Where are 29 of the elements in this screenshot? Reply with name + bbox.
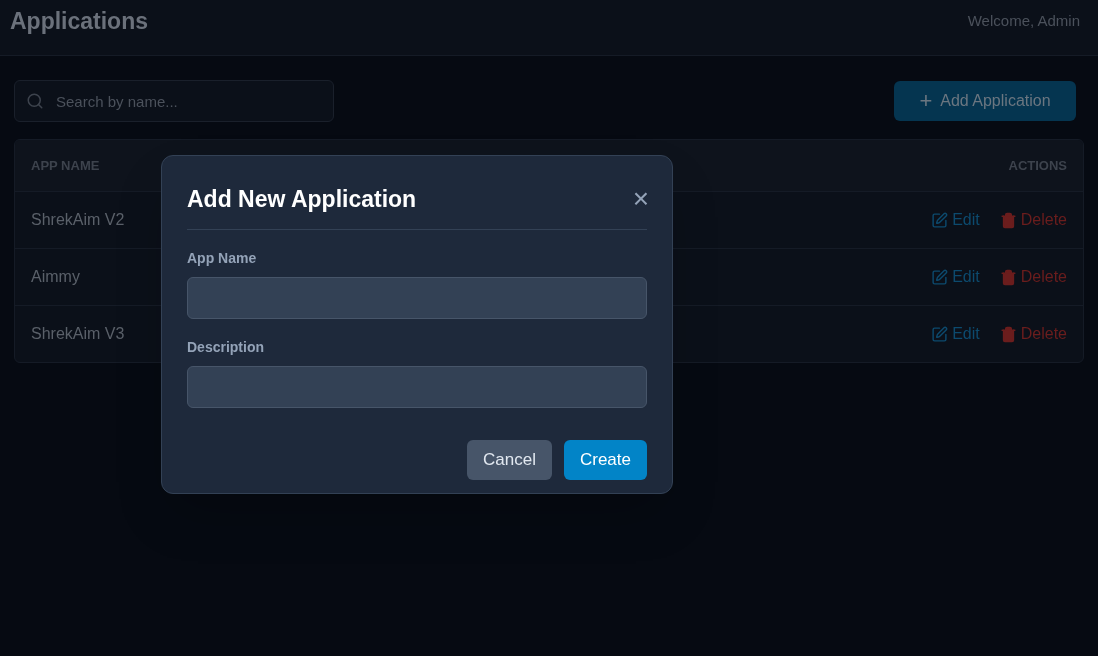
input-field[interactable] — [187, 365, 647, 408]
dialog-title: Add New Application — [187, 185, 417, 214]
delete-button[interactable]: Delete — [999, 208, 1067, 232]
table-cell-text: Aimmy — [31, 267, 80, 287]
edit-icon — [931, 211, 949, 229]
edit-button[interactable]: Edit — [931, 322, 980, 346]
trash-icon — [999, 211, 1017, 229]
welcome-text: Welcome, Admin — [967, 11, 1080, 31]
search-field[interactable]: Search by name... — [14, 80, 334, 122]
page-title: Applications — [10, 7, 148, 36]
delete-button[interactable]: Delete — [999, 322, 1067, 346]
table-cell-text: ShrekAim V2 — [31, 210, 125, 230]
search-icon — [26, 92, 44, 110]
edit-button[interactable]: Edit — [931, 265, 980, 289]
plus-icon: + — [919, 90, 933, 112]
cancel-button[interactable]: Cancel — [467, 439, 552, 480]
edit-icon — [931, 325, 949, 343]
field-label: Description — [187, 337, 265, 357]
edit-icon — [931, 268, 949, 286]
create-button[interactable]: Create — [563, 439, 647, 480]
edit-button[interactable]: Edit — [931, 208, 980, 232]
trash-icon — [999, 268, 1017, 286]
input-field[interactable] — [187, 276, 647, 319]
table-cell-text: ShrekAim V3 — [31, 324, 125, 344]
trash-icon — [999, 325, 1017, 343]
field-label: App Name — [187, 248, 258, 268]
delete-button[interactable]: Delete — [999, 265, 1067, 289]
add-application-button[interactable]: + Add Application — [894, 81, 1076, 121]
close-button[interactable]: × — [632, 185, 649, 214]
